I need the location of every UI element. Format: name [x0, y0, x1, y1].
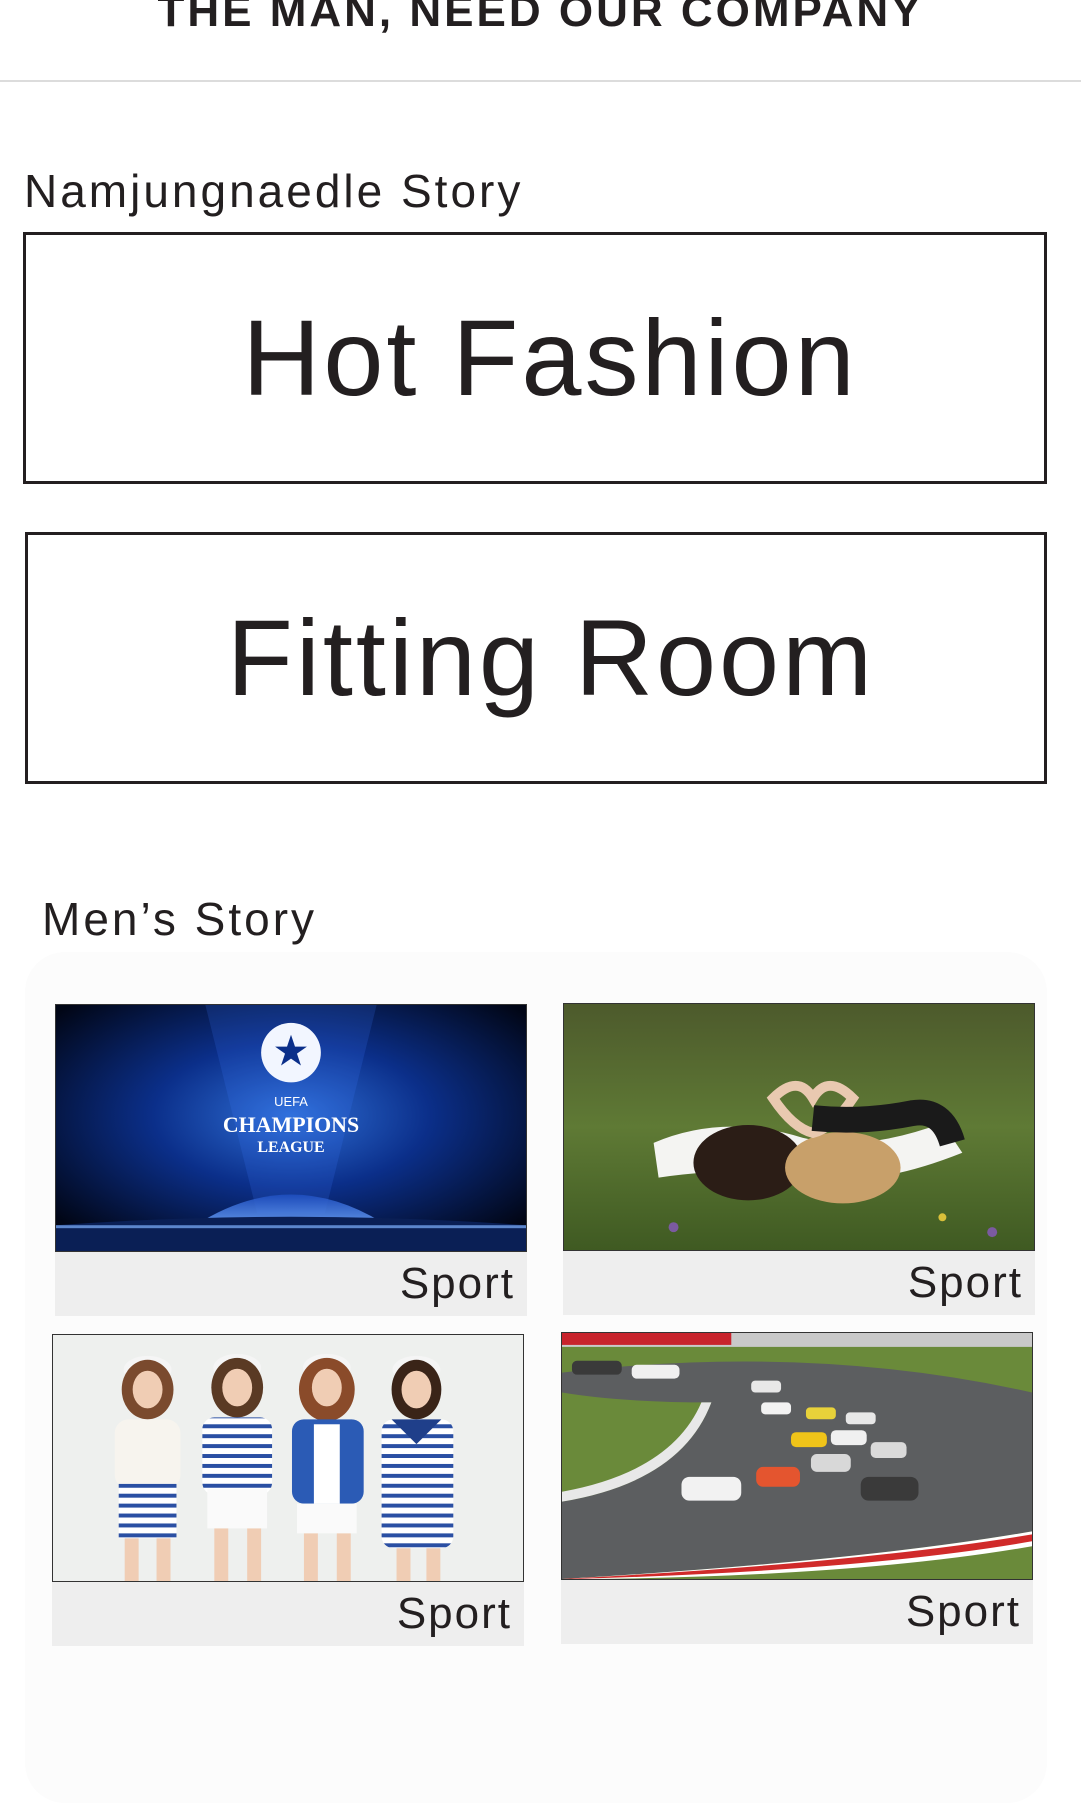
story-card-caption: Sport: [561, 1580, 1033, 1644]
hot-fashion-button[interactable]: Hot Fashion: [23, 232, 1047, 484]
section-title-mens-story: Men’s Story: [42, 893, 318, 945]
fitting-room-button[interactable]: Fitting Room: [25, 532, 1047, 784]
section-title-namjungnaedle: Namjungnaedle Story: [24, 165, 524, 217]
champions-league-image: UEFA CHAMPIONS LEAGUE: [55, 1004, 527, 1252]
page: THE MAN, NEED OUR COMPANY Namjungnaedle …: [0, 0, 1081, 1803]
story-card-couple[interactable]: Sport: [563, 1003, 1035, 1315]
ucl-logo-league: LEAGUE: [257, 1139, 324, 1156]
app-header: THE MAN, NEED OUR COMPANY: [0, 0, 1081, 82]
story-card-caption: Sport: [52, 1582, 524, 1646]
fitting-room-label: Fitting Room: [226, 597, 876, 718]
ucl-logo-uefa: UEFA: [274, 1094, 308, 1109]
story-card-caption: Sport: [55, 1252, 527, 1316]
ucl-logo-champions: CHAMPIONS: [223, 1113, 359, 1137]
story-card-champions-league[interactable]: UEFA CHAMPIONS LEAGUE Sport: [55, 1004, 527, 1316]
story-card-caption: Sport: [563, 1251, 1035, 1315]
couple-on-grass-image: [563, 1003, 1035, 1251]
app-title: THE MAN, NEED OUR COMPANY: [157, 0, 924, 36]
race-cars-image: [561, 1332, 1033, 1580]
story-card-racing[interactable]: Sport: [561, 1332, 1033, 1644]
hot-fashion-label: Hot Fashion: [242, 297, 858, 418]
girl-group-image: [52, 1334, 524, 1582]
story-card-girl-group[interactable]: Sport: [52, 1334, 524, 1646]
